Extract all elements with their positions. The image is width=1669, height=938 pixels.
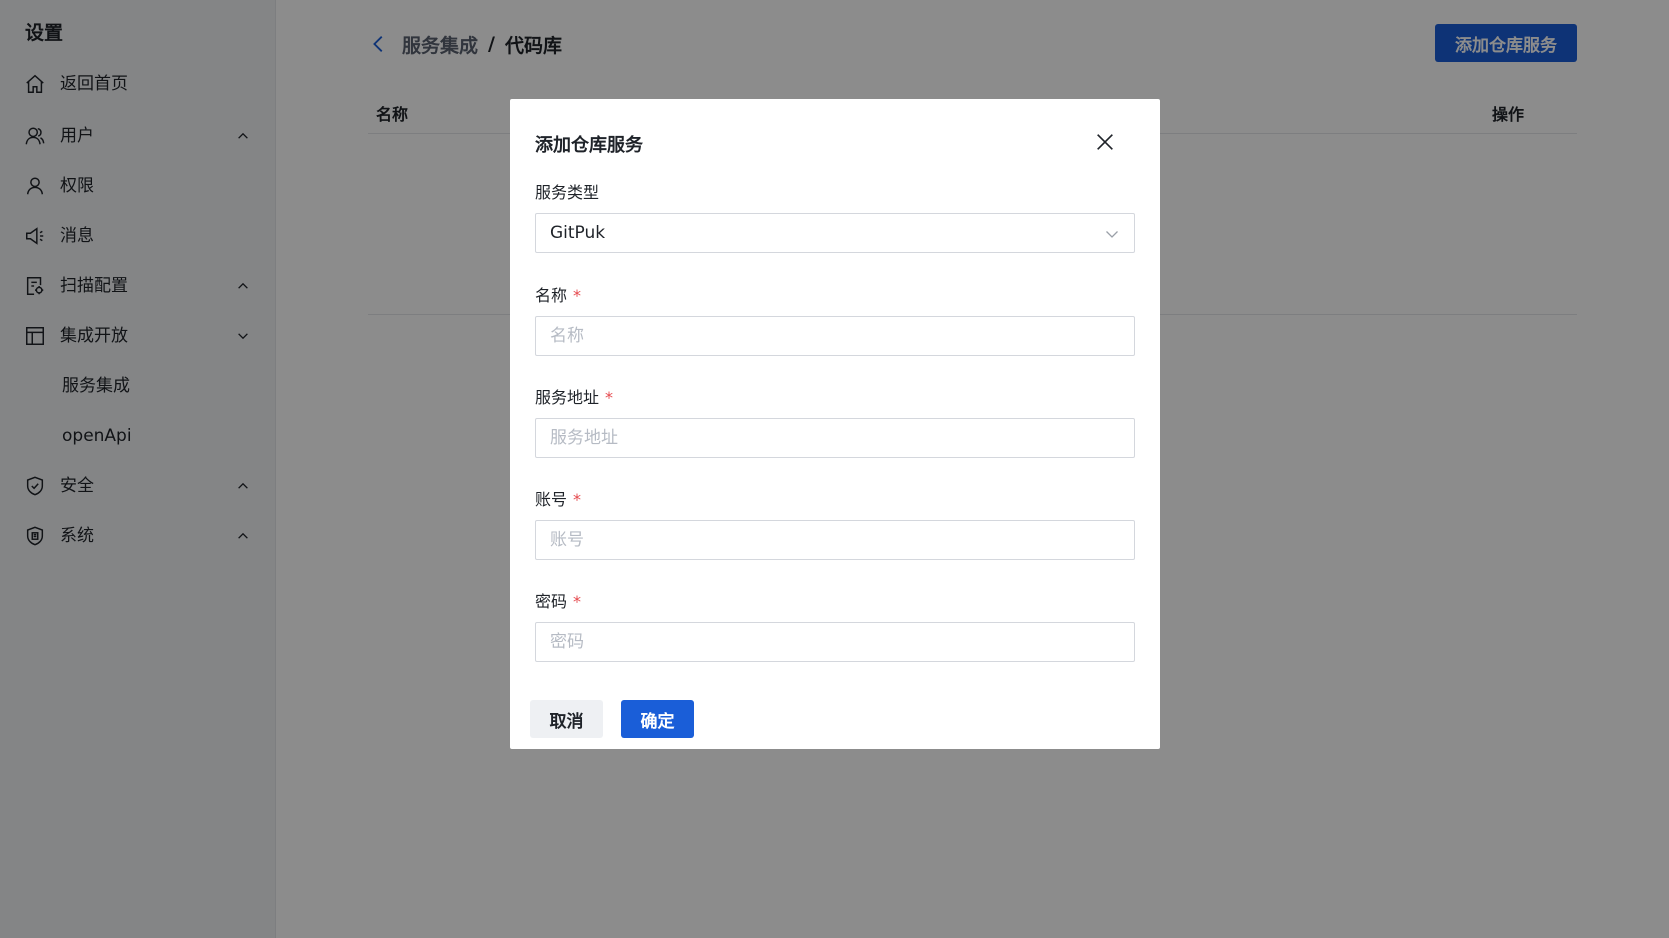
password-label: 密码 * [535, 592, 582, 611]
account-label: 账号 * [535, 490, 582, 509]
service-type-label: 服务类型 [535, 183, 600, 202]
service-address-input[interactable] [535, 418, 1135, 458]
service-type-select[interactable]: GitPuk [535, 213, 1135, 253]
required-mark: * [605, 388, 614, 407]
required-mark: * [573, 592, 582, 611]
required-mark: * [573, 490, 582, 509]
service-type-value: GitPuk [550, 223, 606, 243]
cancel-button[interactable]: 取消 [530, 700, 603, 738]
account-input[interactable] [535, 520, 1135, 560]
close-icon[interactable] [1094, 131, 1116, 153]
dialog-title: 添加仓库服务 [535, 135, 643, 156]
required-mark: * [573, 286, 582, 305]
password-input[interactable] [535, 622, 1135, 662]
add-repo-service-dialog: 添加仓库服务 服务类型 GitPuk 名称* 服务地址* 账号* 密码* 取消 … [510, 99, 1160, 749]
service-address-label: 服务地址 * [535, 388, 614, 407]
name-label: 名称 * [535, 286, 582, 305]
chevron-down-icon [1106, 231, 1118, 238]
confirm-button[interactable]: 确定 [621, 700, 694, 738]
name-input[interactable] [535, 316, 1135, 356]
